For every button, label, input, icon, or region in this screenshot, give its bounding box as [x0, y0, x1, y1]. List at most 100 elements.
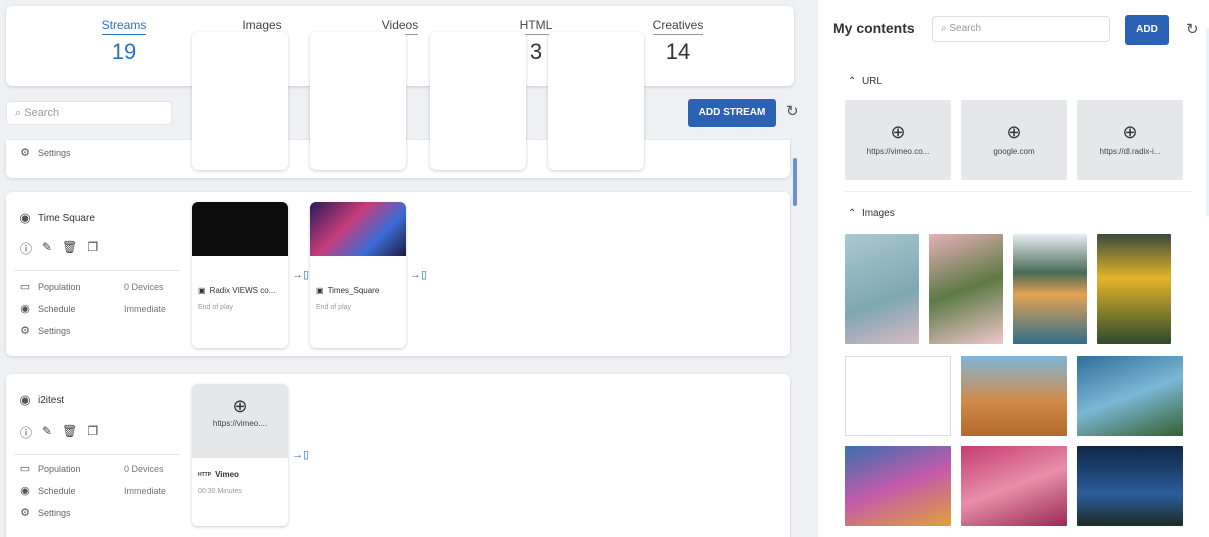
media-icon: ▣	[316, 286, 324, 295]
population-value: 0 Devices	[124, 281, 164, 292]
url-label: https://dl.radix-i...	[1099, 147, 1161, 156]
image-thumbnail[interactable]	[961, 446, 1067, 526]
image-thumbnail[interactable]	[1013, 234, 1087, 344]
settings-row[interactable]: ⚙ Settings	[18, 324, 178, 337]
population-row[interactable]: ▭ Population 0 Devices	[18, 280, 178, 293]
globe-icon: ⊕	[890, 122, 906, 142]
delete-icon[interactable]: 🗑	[62, 424, 77, 441]
tile-sub: End of play	[316, 304, 352, 311]
add-button[interactable]: ADD	[1125, 15, 1169, 45]
tile-name: ▣ Radix VIEWS co...	[192, 286, 281, 295]
http-badge: HTTP	[198, 471, 212, 478]
settings-label: Settings	[38, 507, 71, 518]
section-label: Images	[861, 208, 895, 219]
divider	[14, 454, 180, 455]
image-thumbnail[interactable]	[1077, 446, 1183, 526]
refresh-icon[interactable]: ↻	[786, 102, 799, 120]
settings-label: Settings	[38, 147, 71, 158]
content-tile-vimeo[interactable]: ⊕ https://vimeo.... HTTP Vimeo 00:30 Min…	[192, 384, 288, 526]
transition-arrow-icon: →▯	[410, 269, 428, 281]
content-tile-radix[interactable]: ▣ Radix VIEWS co... End of play	[192, 202, 288, 348]
stream-actions: ⓘ ✎ 🗑 ❐	[20, 424, 98, 441]
image-thumbnail	[310, 202, 406, 256]
schedule-value: Immediate	[124, 303, 167, 314]
population-label: Population	[38, 281, 81, 292]
tile-name-text: Radix VIEWS co...	[209, 286, 276, 295]
scrollbar[interactable]	[793, 158, 797, 206]
stream-play-icon: ◉	[19, 392, 31, 407]
content-tile-times-square[interactable]: ▣ Times_Square End of play	[310, 202, 406, 348]
globe-icon: ⊕	[232, 396, 248, 416]
population-icon: ▭	[19, 281, 31, 293]
stat-streams[interactable]: Streams 19	[64, 16, 184, 65]
content-tile[interactable]	[310, 32, 406, 170]
divider	[844, 191, 1192, 192]
stream-card-i2itest[interactable]: ◉ i2itest ⓘ ✎ 🗑 ❐ ▭ Population 0 Devices…	[6, 374, 790, 537]
globe-icon: ⊕	[1122, 122, 1138, 142]
globe-icon: ⊕	[1006, 122, 1022, 142]
schedule-label: Schedule	[38, 303, 76, 314]
tile-name-text: Vimeo	[215, 470, 239, 479]
gear-icon: ⚙	[20, 325, 30, 337]
stream-search-input[interactable]: ⌕ Search	[6, 101, 172, 125]
stat-label: Creatives	[652, 18, 704, 35]
url-section-header[interactable]: ⌃ URL	[848, 76, 882, 87]
search-placeholder: Search	[949, 23, 982, 34]
collapse-icon: ⌃	[848, 208, 857, 219]
copy-icon[interactable]: ❐	[87, 240, 98, 257]
info-icon[interactable]: ⓘ	[20, 240, 32, 257]
population-row[interactable]: ▭ Population 0 Devices	[18, 462, 178, 475]
image-thumbnail[interactable]	[1077, 356, 1183, 436]
url-label: google.com	[993, 147, 1035, 156]
streams-panel: Streams 19 Images 21 Videos 5 HTML 3 Cre…	[0, 0, 818, 537]
tile-url: https://vimeo....	[212, 419, 268, 428]
settings-label: Settings	[38, 325, 71, 336]
schedule-row[interactable]: ◉ Schedule Immediate	[18, 302, 178, 315]
settings-row[interactable]: ⚙ Settings	[18, 506, 178, 519]
stream-title: ◉ Time Square	[18, 210, 95, 226]
image-thumbnail[interactable]	[845, 234, 919, 344]
schedule-icon: ◉	[20, 485, 30, 497]
schedule-row[interactable]: ◉ Schedule Immediate	[18, 484, 178, 497]
stream-card-partial: ⚙ Settings	[6, 32, 790, 178]
tile-name: HTTP Vimeo	[192, 470, 245, 479]
schedule-label: Schedule	[38, 485, 76, 496]
population-icon: ▭	[19, 463, 31, 475]
gear-icon: ⚙	[20, 147, 30, 159]
divider	[14, 270, 180, 271]
url-item[interactable]: ⊕ google.com	[961, 100, 1067, 180]
url-item[interactable]: ⊕ https://vimeo.co...	[845, 100, 951, 180]
copy-icon[interactable]: ❐	[87, 424, 98, 441]
image-thumbnail[interactable]	[961, 356, 1067, 436]
add-stream-button[interactable]: ADD STREAM	[688, 99, 776, 127]
transition-arrow-icon: →▯	[292, 269, 310, 281]
image-thumbnail[interactable]	[1097, 234, 1171, 344]
contents-search-input[interactable]: ⌕ Search	[932, 16, 1110, 42]
url-label: https://vimeo.co...	[866, 147, 930, 156]
content-tile[interactable]	[548, 32, 644, 170]
panel-title: My contents	[833, 20, 915, 36]
media-icon: ▣	[198, 286, 206, 295]
image-thumbnail[interactable]	[929, 234, 1003, 344]
delete-icon[interactable]: 🗑	[62, 240, 77, 257]
settings-row[interactable]: ⚙ Settings	[18, 146, 178, 159]
tile-name-text: Times_Square	[327, 286, 380, 295]
stream-card-time-square[interactable]: ◉ Time Square ⓘ ✎ 🗑 ❐ ▭ Population 0 Dev…	[6, 192, 790, 356]
edit-icon[interactable]: ✎	[42, 424, 52, 441]
url-item[interactable]: ⊕ https://dl.radix-i...	[1077, 100, 1183, 180]
stat-value: 19	[111, 39, 137, 64]
collapse-icon: ⌃	[848, 76, 857, 87]
edit-icon[interactable]: ✎	[42, 240, 52, 257]
images-section-header[interactable]: ⌃ Images	[848, 208, 895, 219]
search-icon: ⌕	[941, 23, 947, 34]
stream-name: i2itest	[38, 394, 65, 406]
content-tile[interactable]	[430, 32, 526, 170]
stream-actions: ⓘ ✎ 🗑 ❐	[20, 240, 98, 257]
transition-arrow-icon: →▯	[292, 449, 310, 461]
schedule-icon: ◉	[20, 303, 30, 315]
content-tile[interactable]	[192, 32, 288, 170]
refresh-icon[interactable]: ↻	[1186, 20, 1199, 38]
document-thumbnail[interactable]	[845, 356, 951, 436]
image-thumbnail[interactable]	[845, 446, 951, 526]
info-icon[interactable]: ⓘ	[20, 424, 32, 441]
